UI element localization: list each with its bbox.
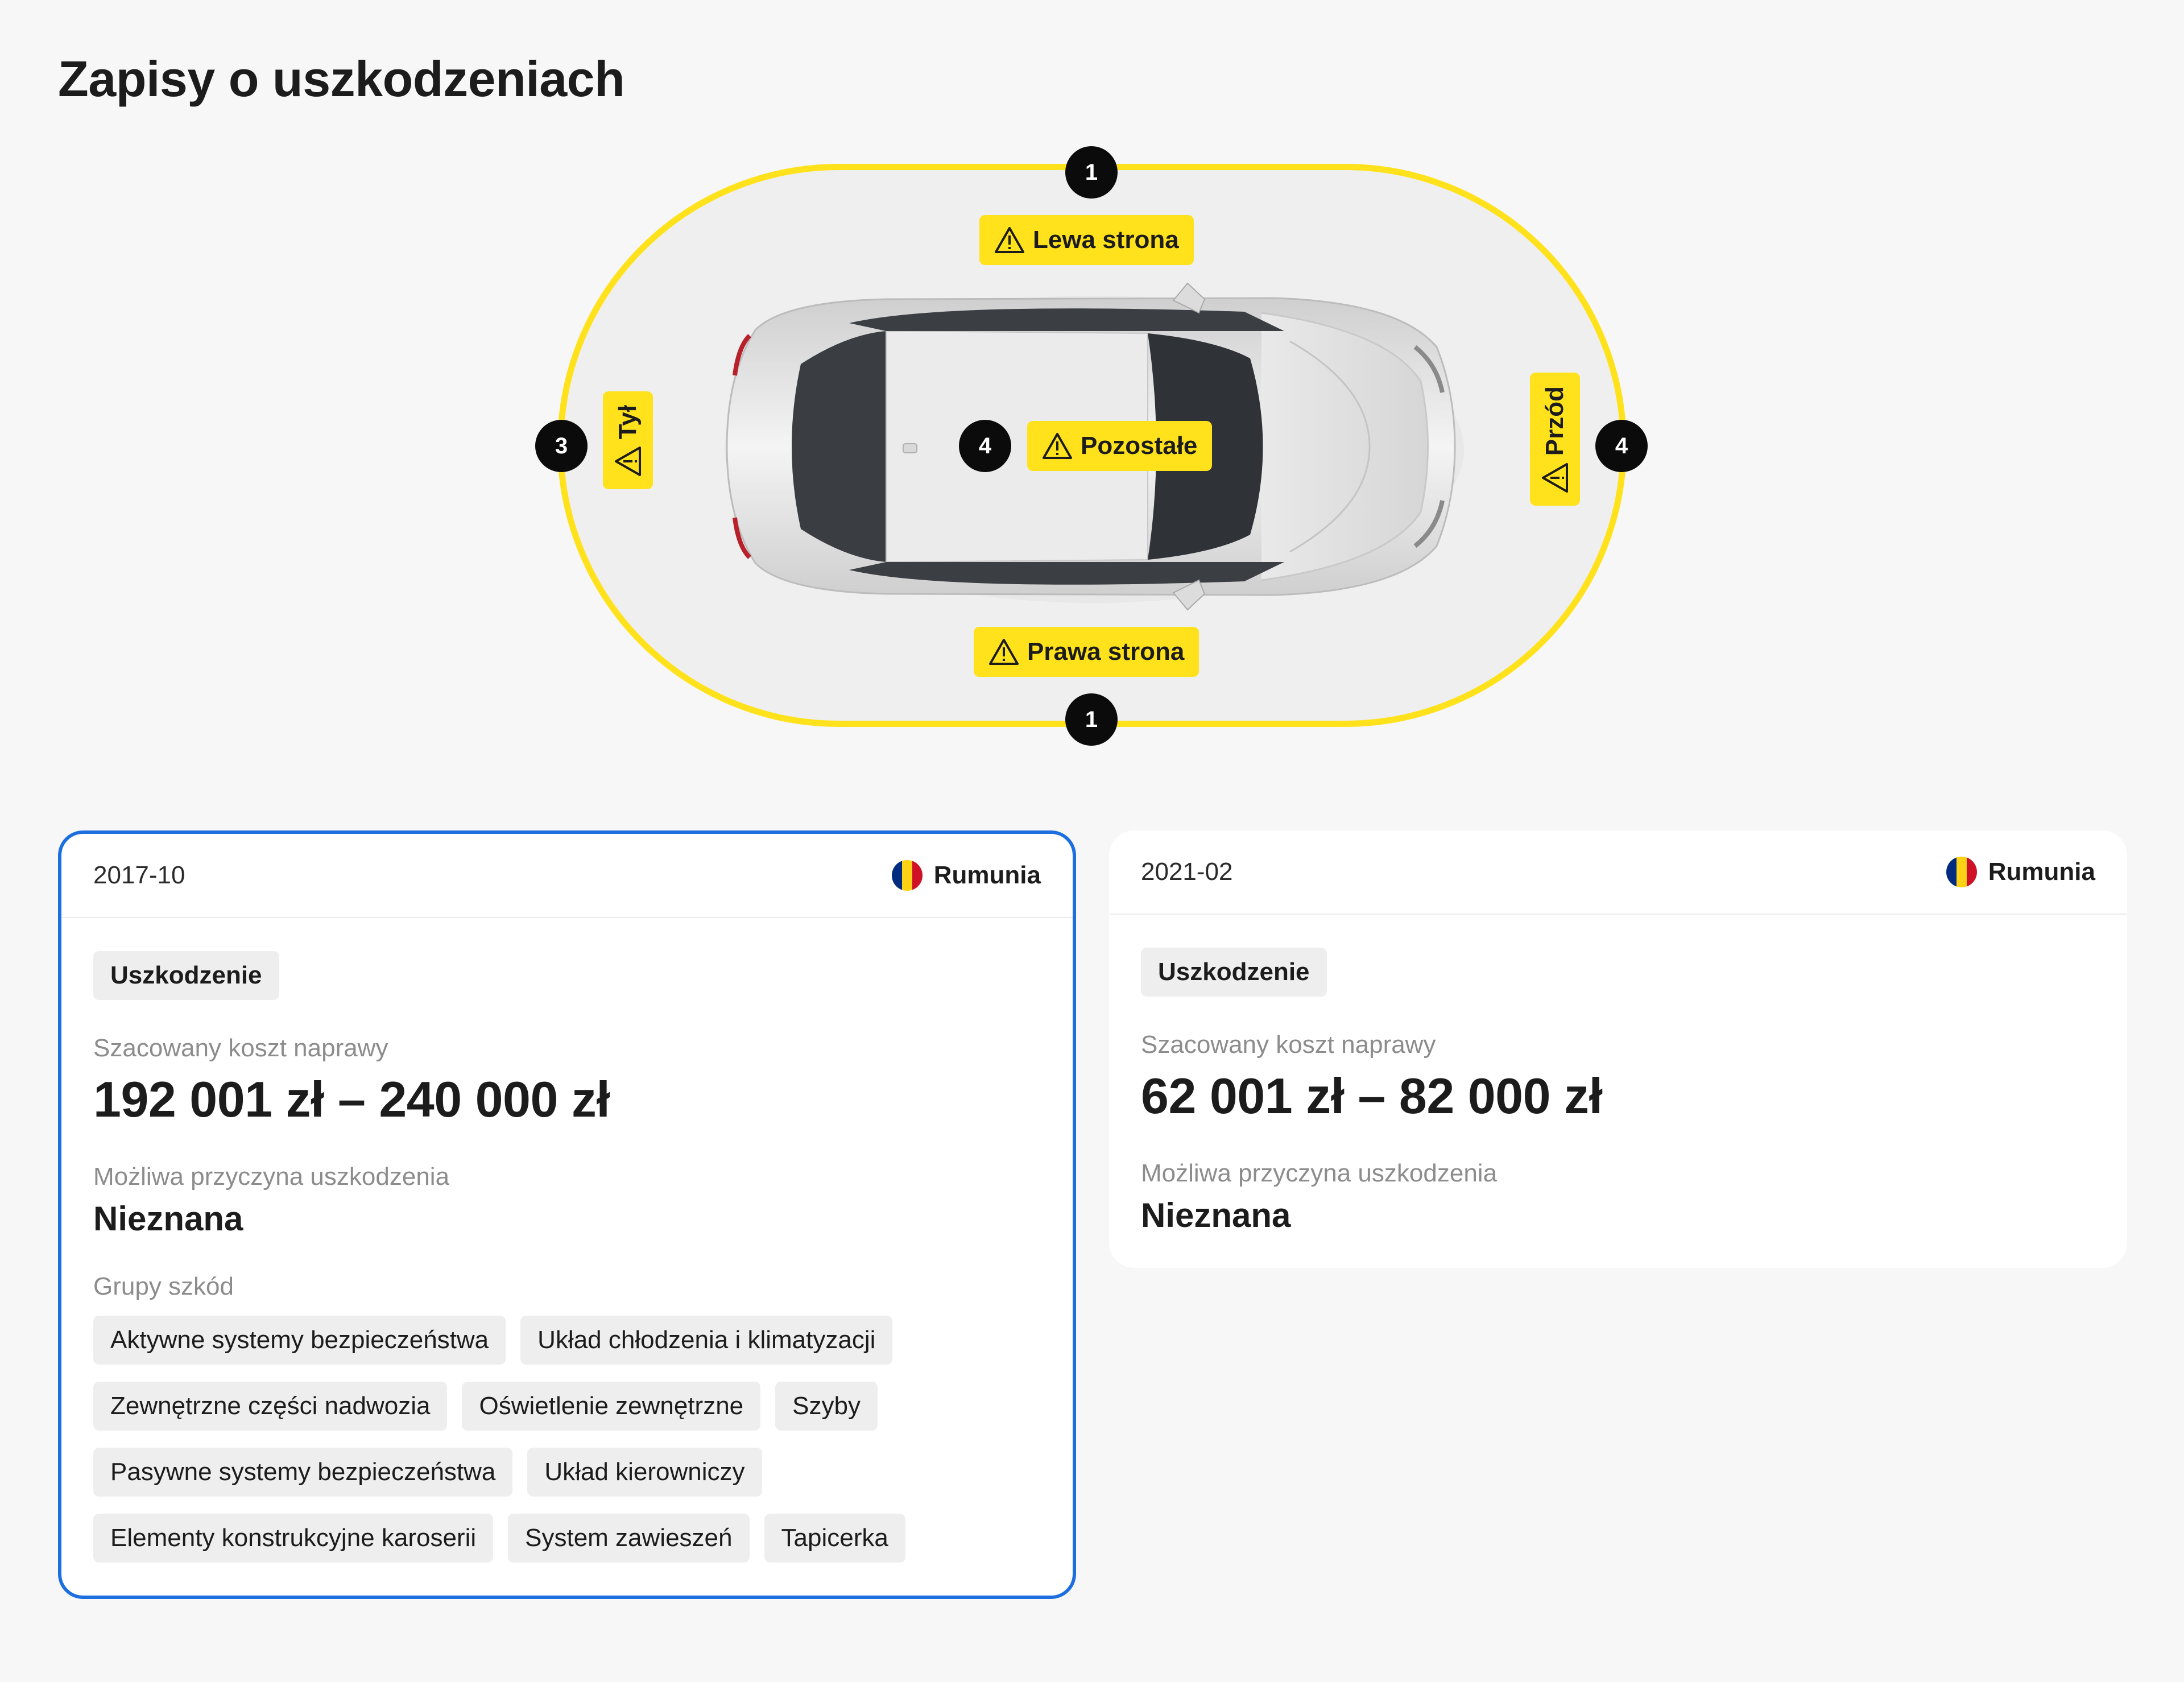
count-badge-front: 4: [1595, 420, 1648, 472]
cause-value: Nieznana: [93, 1200, 243, 1238]
count-badge-other: 4: [959, 420, 1011, 472]
warning-triangle-icon: [1043, 433, 1072, 459]
zone-label-text: Przód: [1541, 386, 1569, 456]
zone-label-left-side[interactable]: Lewa strona: [979, 215, 1194, 265]
damage-group-chip: Szyby: [775, 1382, 878, 1431]
zone-label-text: Lewa strona: [1033, 226, 1179, 254]
damage-group-chip: Układ chłodzenia i klimatyzacji: [520, 1316, 893, 1365]
romania-flag-icon: [891, 860, 923, 891]
country-name: Rumunia: [933, 861, 1041, 889]
card-header: 2021-02 Rumunia: [1109, 830, 2127, 915]
cause-label: Możliwa przyczyna uszkodzenia: [1141, 1159, 1498, 1187]
damage-group-chip: Aktywne systemy bezpieczeństwa: [93, 1316, 506, 1365]
romania-flag-icon: [1946, 857, 1977, 887]
damage-groups-label: Grupy szkód: [93, 1272, 234, 1300]
count-badge-right-side: 1: [1065, 693, 1118, 746]
warning-triangle-icon: [989, 639, 1019, 665]
warning-triangle-icon: [615, 447, 641, 477]
damage-group-chip: Zewnętrzne części nadwozia: [93, 1382, 448, 1431]
record-country: Rumunia: [891, 860, 1041, 891]
zone-label-rear[interactable]: Tył: [603, 391, 653, 490]
record-date: 2021-02: [1141, 858, 1233, 886]
record-country: Rumunia: [1946, 857, 2095, 887]
zone-label-text: Tył: [614, 405, 642, 440]
warning-triangle-icon: [1542, 463, 1568, 493]
zone-label-text: Pozostałe: [1081, 432, 1198, 460]
cost-value: 192 001 zł – 240 000 zł: [93, 1071, 610, 1127]
damage-group-chip: Elementy konstrukcyjne karoserii: [93, 1514, 494, 1563]
zone-label-text: Prawa strona: [1027, 638, 1185, 666]
record-date: 2017-10: [93, 861, 185, 889]
page-title: Zapisy o uszkodzeniach: [58, 51, 625, 107]
count-badge-rear: 3: [535, 420, 588, 472]
record-type-badge: Uszkodzenie: [1141, 948, 1327, 997]
cause-label: Możliwa przyczyna uszkodzenia: [93, 1163, 450, 1191]
damage-record-card[interactable]: 2021-02 Rumunia Uszkodzenie Szacowany ko…: [1109, 830, 2127, 1268]
count-badge-left-side: 1: [1065, 146, 1118, 199]
zone-label-right-side[interactable]: Prawa strona: [974, 627, 1199, 677]
warning-triangle-icon: [995, 227, 1024, 253]
damage-group-chip: Oświetlenie zewnętrzne: [462, 1382, 761, 1431]
country-name: Rumunia: [1988, 858, 2095, 886]
cost-label: Szacowany koszt naprawy: [93, 1034, 388, 1062]
cost-label: Szacowany koszt naprawy: [1141, 1031, 1436, 1059]
cause-value: Nieznana: [1141, 1196, 1291, 1234]
record-type-badge: Uszkodzenie: [93, 951, 279, 1000]
damage-group-chip: Układ kierowniczy: [527, 1448, 762, 1497]
damage-groups-list: Aktywne systemy bezpieczeństwa Układ chł…: [93, 1316, 1037, 1563]
zone-label-front[interactable]: Przód: [1530, 373, 1580, 506]
card-header: 2017-10 Rumunia: [61, 834, 1073, 918]
damage-group-chip: Tapicerka: [764, 1514, 905, 1563]
damage-record-card[interactable]: 2017-10 Rumunia Uszkodzenie Szacowany ko…: [58, 830, 1076, 1599]
damage-group-chip: Pasywne systemy bezpieczeństwa: [93, 1448, 513, 1497]
zone-label-other[interactable]: Pozostałe: [1027, 421, 1213, 471]
cost-value: 62 001 zł – 82 000 zł: [1141, 1068, 1603, 1124]
damage-group-chip: System zawieszeń: [508, 1514, 750, 1563]
